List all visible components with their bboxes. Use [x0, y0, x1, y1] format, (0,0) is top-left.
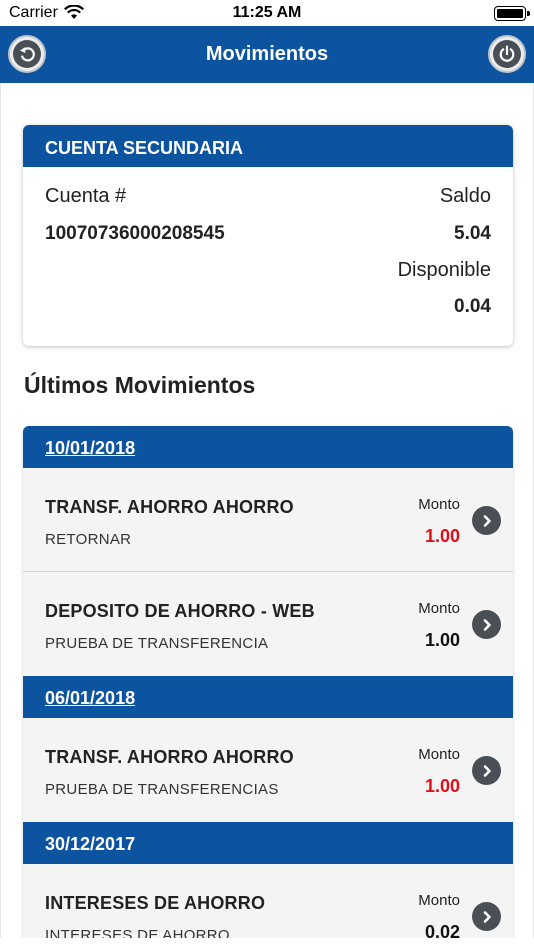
status-bar: Carrier 11:25 AM — [0, 0, 534, 26]
movement-description: DEPOSITO DE AHORRO - WEB — [45, 601, 315, 621]
movement-detail: RETORNAR — [45, 531, 132, 548]
amount-label: Monto — [418, 892, 460, 909]
date-header: 10/01/2018 — [23, 426, 513, 468]
battery-icon — [494, 6, 530, 21]
movement-description: TRANSF. AHORRO AHORRO — [45, 747, 294, 767]
date-label: 06/01/2018 — [45, 688, 136, 708]
logout-button[interactable] — [488, 35, 526, 73]
account-card-header: CUENTA SECUNDARIA — [23, 125, 513, 167]
chevron-right-icon[interactable] — [472, 610, 501, 639]
date-label: 30/12/2017 — [45, 834, 136, 854]
list-item[interactable]: DEPOSITO DE AHORRO - WEB PRUEBA DE TRANS… — [23, 572, 513, 676]
account-number: 10070736000208545 — [45, 223, 225, 244]
movement-description: INTERESES DE AHORRO — [45, 893, 266, 913]
amount-value: 1.00 — [424, 776, 460, 796]
amount-value: 1.00 — [424, 630, 460, 650]
balance-value: 5.04 — [454, 223, 491, 244]
date-header: 30/12/2017 — [23, 822, 513, 864]
amount-label: Monto — [418, 496, 460, 513]
balance-label: Saldo — [439, 185, 491, 207]
movement-detail: INTERESES DE AHORRO — [45, 927, 230, 938]
date-header: 06/01/2018 — [23, 676, 513, 718]
movements-list: 10/01/2018 TRANSF. AHORRO AHORRO RETORNA… — [23, 426, 513, 938]
date-label: 10/01/2018 — [45, 438, 136, 458]
content-area[interactable]: CUENTA SECUNDARIA Cuenta # Saldo 1007073… — [0, 83, 534, 938]
list-item[interactable]: INTERESES DE AHORRO INTERESES DE AHORRO … — [23, 864, 513, 938]
available-value: 0.04 — [454, 296, 491, 317]
clock: 11:25 AM — [232, 4, 302, 21]
chevron-right-icon[interactable] — [472, 756, 501, 785]
amount-label: Monto — [418, 746, 460, 763]
movement-description: TRANSF. AHORRO AHORRO — [45, 497, 294, 517]
movement-detail: PRUEBA DE TRANSFERENCIAS — [45, 781, 279, 798]
amount-value: 0.02 — [424, 922, 460, 938]
account-card: CUENTA SECUNDARIA Cuenta # Saldo 1007073… — [23, 125, 513, 346]
power-icon — [493, 40, 521, 68]
chevron-right-icon[interactable] — [472, 506, 501, 535]
list-item[interactable]: TRANSF. AHORRO AHORRO PRUEBA DE TRANSFER… — [23, 718, 513, 822]
account-number-label: Cuenta # — [45, 185, 127, 207]
amount-label: Monto — [418, 600, 460, 617]
movement-detail: PRUEBA DE TRANSFERENCIA — [45, 635, 269, 652]
page-title: Movimientos — [205, 43, 329, 65]
chevron-right-icon[interactable] — [472, 902, 501, 931]
section-title: Últimos Movimientos — [24, 372, 256, 398]
list-item[interactable]: TRANSF. AHORRO AHORRO RETORNAR Monto 1.0… — [23, 468, 513, 572]
amount-value: 1.00 — [424, 526, 460, 546]
available-label: Disponible — [397, 259, 491, 281]
nav-bar: Movimientos — [0, 26, 534, 83]
